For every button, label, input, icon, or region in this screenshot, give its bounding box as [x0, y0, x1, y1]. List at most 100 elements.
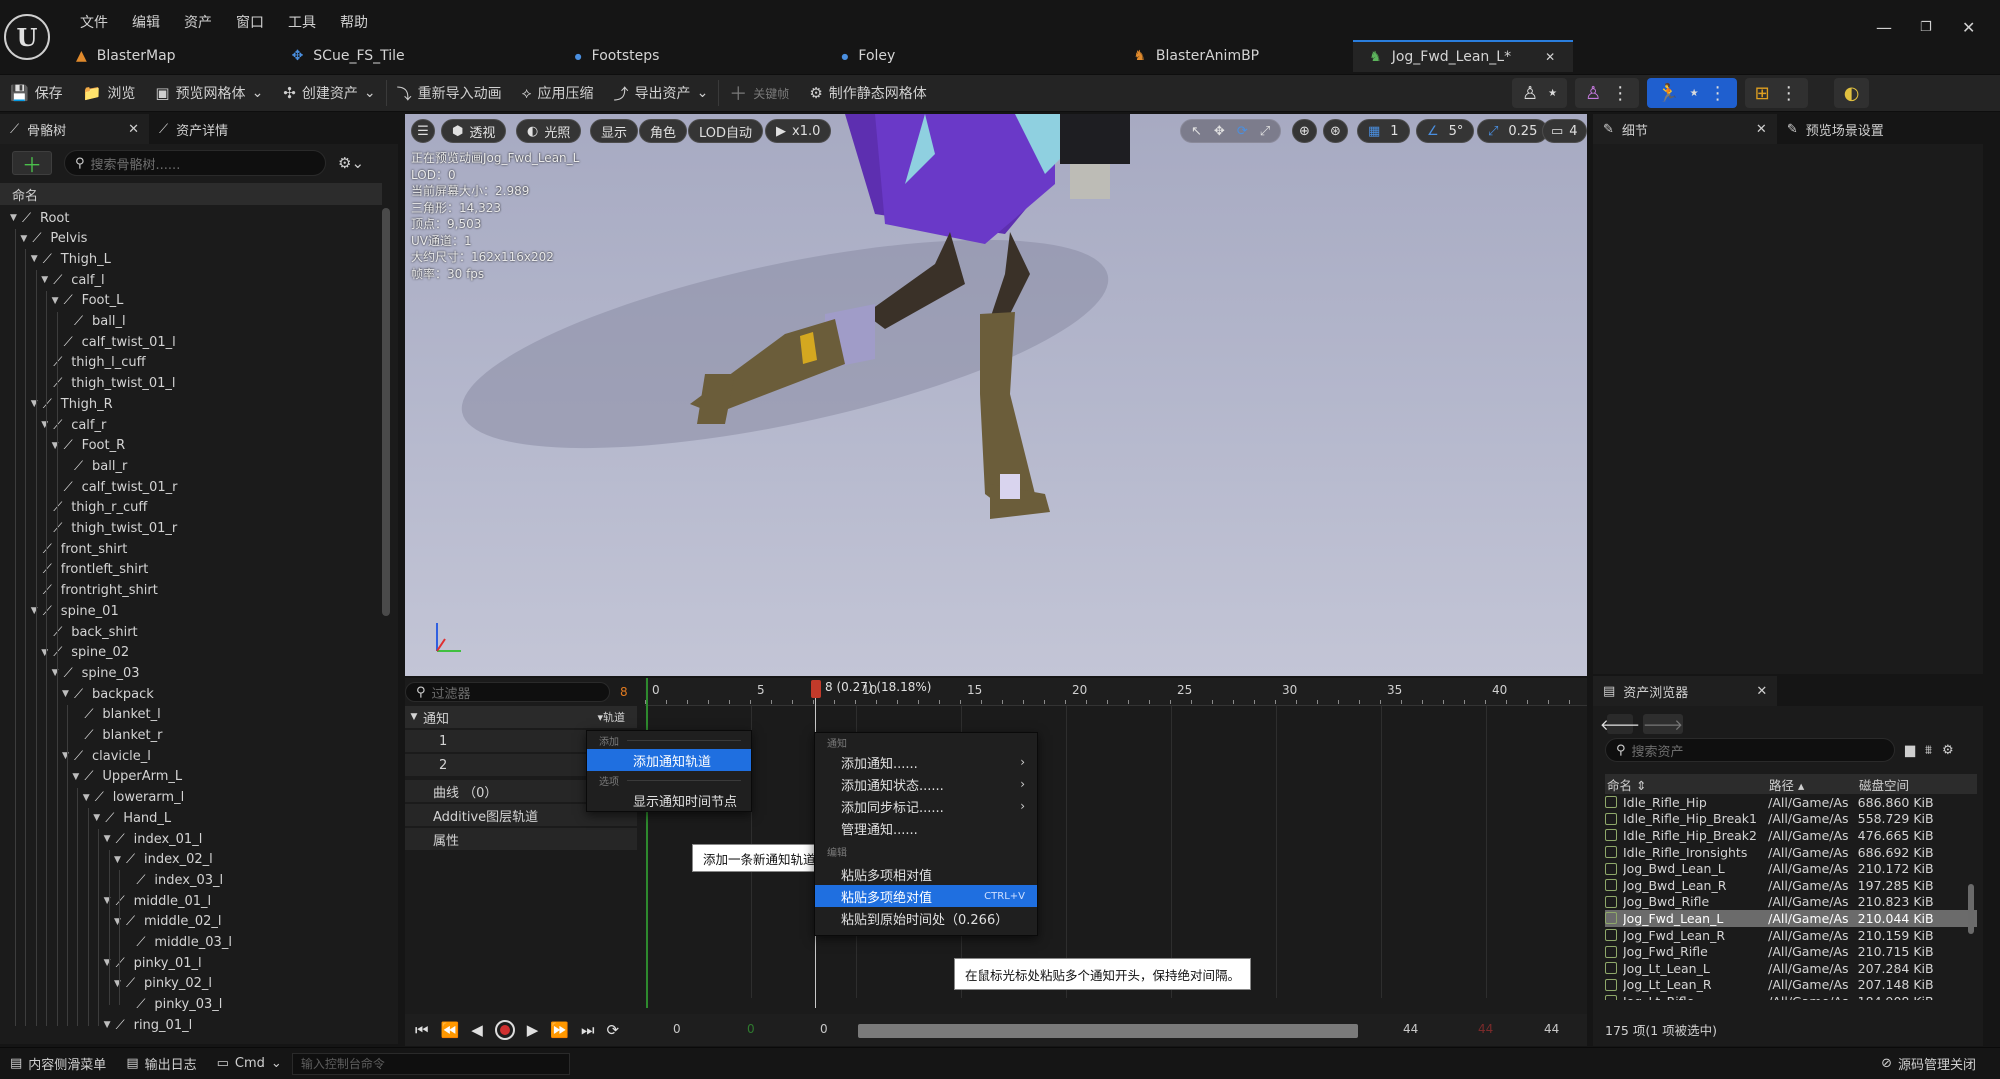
bone-row[interactable]: ▼ ⟋ middle_02_l: [114, 912, 222, 932]
bone-row[interactable]: ▼ ⟋ Foot_R: [52, 436, 126, 456]
filter-icon[interactable]: ⩩: [1925, 743, 1932, 758]
bone-row[interactable]: ▼ ⟋ Root: [10, 208, 69, 228]
asset-row[interactable]: Idle_Rifle_Hip/All/Game/As 686.860 KiB: [1605, 794, 1977, 811]
browse-button[interactable]: 📁 浏览: [73, 74, 146, 112]
asset-row[interactable]: Idle_Rifle_Ironsights/All/Game/As 686.692…: [1605, 844, 1977, 861]
bone-row[interactable]: ▼ ⟋ Foot_L: [52, 291, 124, 311]
asset-row[interactable]: Jog_Bwd_Lean_L/All/Game/As 210.172 KiB: [1605, 860, 1977, 877]
cmd-dropdown[interactable]: ▭ Cmd ⌄: [207, 1048, 292, 1079]
rotate-icon[interactable]: ⟳: [1237, 124, 1248, 139]
bone-row[interactable]: ⟋ frontright_shirt: [31, 581, 158, 601]
bone-row[interactable]: ⟋ blanket_r: [72, 726, 162, 746]
apply-compression-button[interactable]: ⟡ 应用压缩: [512, 74, 604, 112]
mesh-mode-button[interactable]: ♙ ⋮: [1575, 78, 1640, 108]
play-icon[interactable]: ▶: [527, 1021, 539, 1039]
expand-arrow-icon[interactable]: ▼: [104, 834, 116, 844]
preview-mesh-button[interactable]: ▣ 预览网格体 ⌄: [145, 74, 273, 112]
col-size-header[interactable]: 磁盘空间: [1859, 775, 1909, 794]
bone-row[interactable]: ▼ ⟋ calf_r: [41, 415, 106, 435]
paste-absolute-item[interactable]: 粘贴多项绝对值 CTRL+V: [815, 885, 1037, 907]
restore-icon[interactable]: ❐: [1920, 20, 1932, 35]
range-start-value[interactable]: 0: [673, 1022, 681, 1036]
add-notify-state-item[interactable]: 添加通知状态...... ›: [815, 773, 1037, 795]
paste-original-time-item[interactable]: 粘贴到原始时间处（0.266）: [815, 907, 1037, 929]
manage-notifies-item[interactable]: 管理通知......: [815, 817, 1037, 839]
asset-row[interactable]: Idle_Rifle_Hip_Break1/All/Game/As 558.729…: [1605, 811, 1977, 828]
expand-arrow-icon[interactable]: ▼: [104, 896, 116, 906]
bone-row[interactable]: ▼ ⟋ spine_01: [31, 601, 119, 621]
asset-row[interactable]: Jog_Lt_Rifle/All/Game/As184.908 KiB: [1605, 993, 1977, 1000]
menu-tools[interactable]: 工具: [276, 12, 328, 32]
angle-snap-button[interactable]: ∠ 5°: [1416, 119, 1475, 143]
tab-details[interactable]: ✎ 细节 ✕: [1593, 114, 1777, 144]
camera-speed-button[interactable]: ▭ 4: [1542, 119, 1587, 143]
col-path-header[interactable]: 路径 ▴: [1769, 775, 1859, 794]
bone-row[interactable]: ▼ ⟋ lowerarm_l: [83, 788, 184, 808]
forward-arrow-icon[interactable]: 🡒: [1643, 714, 1683, 734]
expand-arrow-icon[interactable]: ▼: [41, 275, 53, 285]
step-back-icon[interactable]: ⏪: [441, 1021, 460, 1039]
expand-arrow-icon[interactable]: ▼: [52, 296, 64, 306]
bone-row[interactable]: ▼ ⟋ Pelvis: [20, 229, 87, 249]
world-local-button[interactable]: ⊕: [1292, 119, 1317, 143]
menu-help[interactable]: 帮助: [328, 12, 380, 32]
expand-arrow-icon[interactable]: ▼: [62, 689, 74, 699]
doc-tab-foley[interactable]: ● Foley: [825, 40, 913, 72]
skip-to-start-icon[interactable]: ⏮: [415, 1021, 429, 1039]
move-icon[interactable]: ✥: [1214, 124, 1225, 139]
bone-row[interactable]: ⟋ thigh_twist_01_r: [41, 519, 177, 539]
timeline-filter-input[interactable]: ⚲ 过滤器: [405, 682, 610, 702]
view-start-value[interactable]: 0: [747, 1022, 755, 1036]
create-asset-button[interactable]: ✣ 创建资产 ⌄: [273, 74, 385, 112]
physics-mode-button[interactable]: ◐: [1833, 78, 1870, 108]
tab-preview-scene-settings[interactable]: ✎ 预览场景设置: [1777, 114, 1894, 144]
animation-mode-button[interactable]: 🏃 ★ ⋮: [1647, 78, 1737, 108]
expand-arrow-icon[interactable]: ▼: [41, 648, 53, 658]
attributes-section[interactable]: 属性: [405, 828, 637, 850]
menu-asset[interactable]: 资产: [172, 12, 224, 32]
add-sync-marker-item[interactable]: 添加同步标记...... ›: [815, 795, 1037, 817]
console-command-input[interactable]: 输入控制台命令: [291, 1052, 570, 1075]
close-tab-icon[interactable]: ✕: [1756, 684, 1767, 699]
lit-button[interactable]: ◐ 光照: [516, 119, 582, 143]
expand-arrow-icon[interactable]: ▼: [52, 441, 64, 451]
bone-row[interactable]: ⟋ blanket_l: [72, 705, 160, 725]
save-button[interactable]: 💾 保存: [0, 74, 73, 112]
add-notify-item[interactable]: 添加通知...... ›: [815, 751, 1037, 773]
menu-file[interactable]: 文件: [68, 12, 120, 32]
track-dropdown[interactable]: ▾轨道: [597, 709, 625, 725]
working-range-end-value[interactable]: 44: [1544, 1022, 1559, 1036]
show-button[interactable]: 显示: [590, 119, 639, 143]
skip-to-end-icon[interactable]: ⏭: [581, 1021, 595, 1039]
back-arrow-icon[interactable]: 🡐: [1600, 714, 1640, 734]
bone-row[interactable]: ⟋ index_03_l: [124, 870, 223, 890]
asset-row[interactable]: Idle_Rifle_Hip_Break2/All/Game/As 476.665…: [1605, 827, 1977, 844]
bone-row[interactable]: ⟋ calf_twist_01_l: [52, 332, 176, 352]
close-window-icon[interactable]: ✕: [1962, 18, 1975, 37]
asset-row[interactable]: Jog_Bwd_Rifle/All/Game/As 210.823 KiB: [1605, 894, 1977, 911]
bone-row[interactable]: ▼ ⟋ Thigh_L: [31, 249, 111, 269]
expand-arrow-icon[interactable]: ▼: [62, 751, 74, 761]
view-end-value[interactable]: 44: [1478, 1022, 1493, 1036]
expand-arrow-icon[interactable]: ▼: [405, 712, 423, 722]
expand-arrow-icon[interactable]: ▼: [114, 855, 126, 865]
bone-row[interactable]: ▼ ⟋ index_01_l: [104, 829, 203, 849]
bone-row[interactable]: ⟋ ball_l: [62, 312, 126, 332]
scale-icon[interactable]: ⤢: [1260, 124, 1270, 139]
bone-row[interactable]: ▼ ⟋ pinky_02_l: [114, 974, 212, 994]
doc-tab-blastermap[interactable]: ▲ BlasterMap: [60, 40, 194, 72]
perspective-button[interactable]: ⬢ 透视: [441, 119, 507, 143]
expand-arrow-icon[interactable]: ▼: [104, 1020, 116, 1030]
expand-arrow-icon[interactable]: ▼: [52, 668, 64, 678]
scale-snap-button[interactable]: ⤢ 0.25: [1477, 119, 1549, 143]
col-name-header[interactable]: 命名 ⇕: [1605, 775, 1769, 794]
notifies-section-header[interactable]: ▼ 通知 ▾轨道: [405, 706, 637, 728]
settings-icon[interactable]: ⚙: [1942, 743, 1954, 758]
time-ruler[interactable]: 0 5 10 15 20 25 30 35 40 8 (0.27) (18.18…: [645, 678, 1587, 706]
timeline-scrollbar[interactable]: [858, 1024, 1358, 1038]
doc-tab-blasteranimbp[interactable]: ♞ BlasterAnimBP: [1117, 40, 1277, 72]
settings-icon[interactable]: ⚙⌄: [338, 154, 364, 172]
expand-arrow-icon[interactable]: ▼: [31, 606, 43, 616]
bone-row[interactable]: ⟋ frontleft_shirt: [31, 560, 149, 580]
folder-icon[interactable]: ▆: [1905, 743, 1915, 758]
